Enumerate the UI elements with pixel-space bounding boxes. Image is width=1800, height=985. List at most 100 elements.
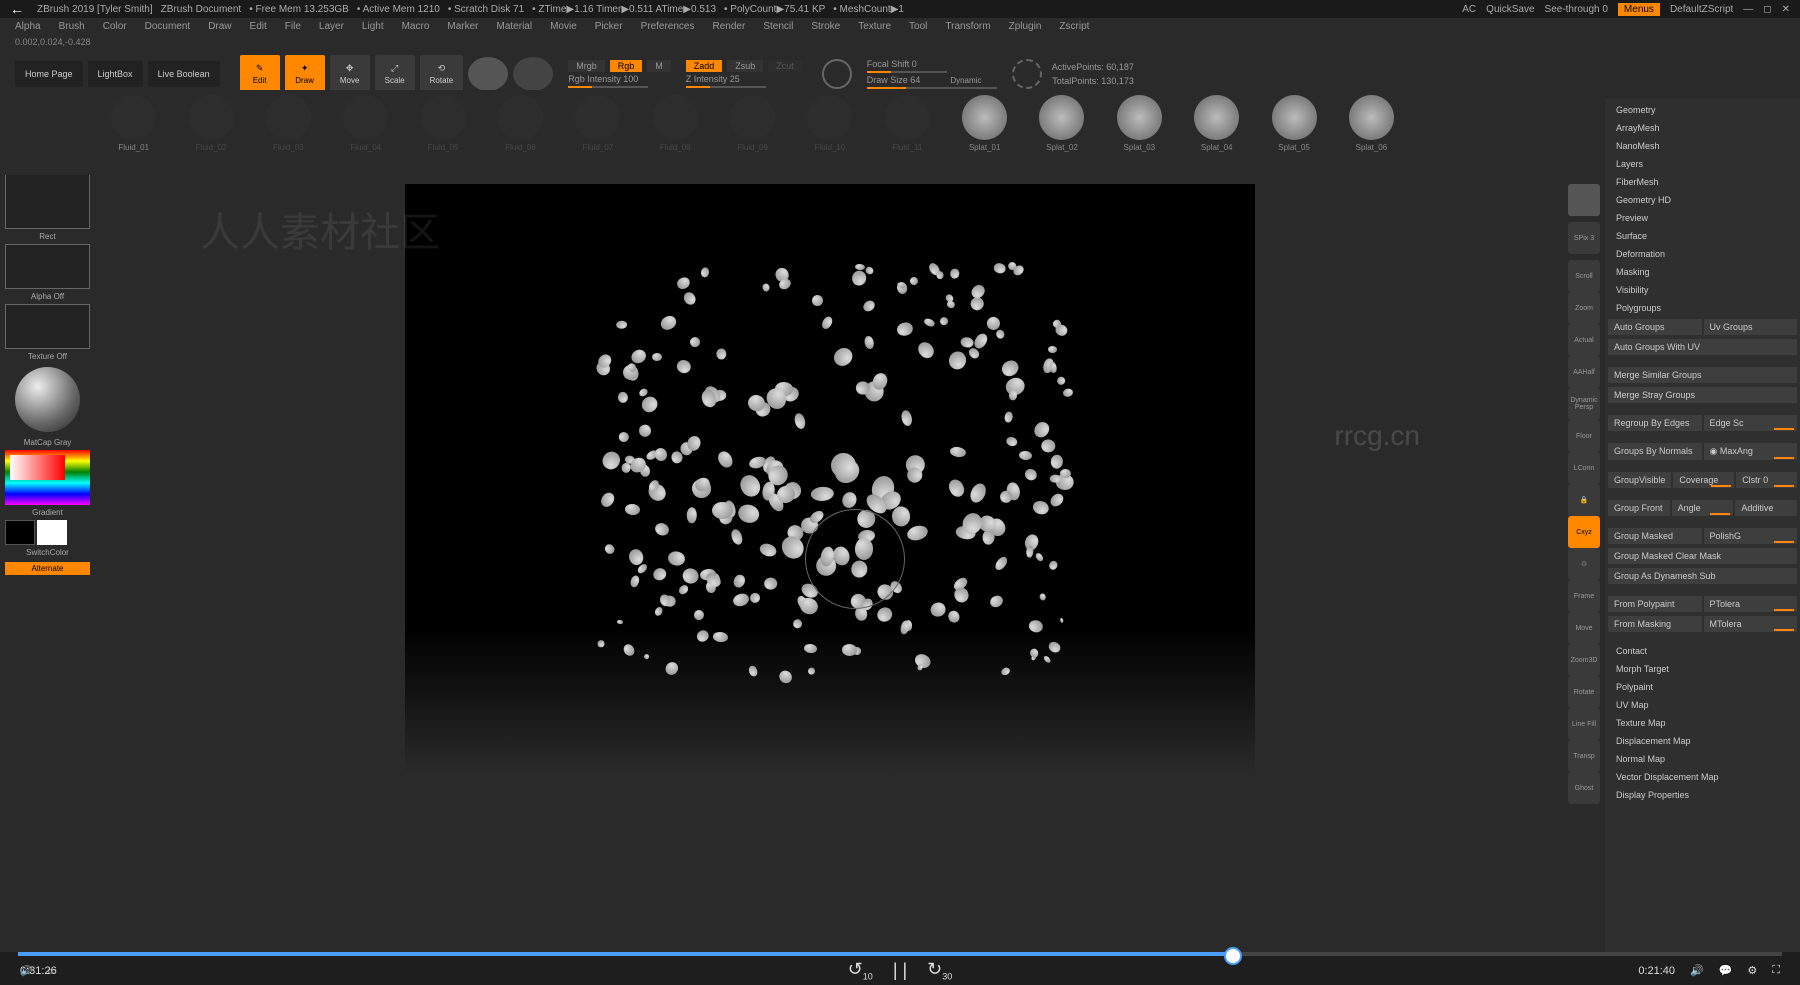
panel-vector-displacement-map[interactable]: Vector Displacement Map	[1608, 769, 1797, 785]
menu-marker[interactable]: Marker	[447, 21, 478, 32]
menu-zplugin[interactable]: Zplugin	[1009, 21, 1042, 32]
alpha-thumb[interactable]	[5, 244, 90, 289]
btn-◉-maxang[interactable]: ◉ MaxAng	[1704, 443, 1798, 460]
strip-transp[interactable]: Transp	[1568, 740, 1600, 772]
menu-draw[interactable]: Draw	[208, 21, 231, 32]
window-close-icon[interactable]: ✕	[1782, 4, 1790, 15]
btn-angle[interactable]: Angle	[1672, 500, 1734, 516]
menu-edit[interactable]: Edit	[250, 21, 267, 32]
video-progress[interactable]	[18, 952, 1782, 956]
menu-stroke[interactable]: Stroke	[811, 21, 840, 32]
default-zscript[interactable]: DefaultZScript	[1670, 4, 1733, 15]
rect-thumb[interactable]	[5, 174, 90, 229]
volume-icon-left[interactable]: 🔊	[20, 966, 32, 977]
strip-cxyz[interactable]: Cxyz	[1568, 516, 1600, 548]
panel-polypaint[interactable]: Polypaint	[1608, 679, 1797, 695]
alternate-button[interactable]: Alternate	[5, 562, 90, 575]
panel-layers[interactable]: Layers	[1608, 156, 1797, 172]
panel-surface[interactable]: Surface	[1608, 228, 1797, 244]
menu-color[interactable]: Color	[103, 21, 127, 32]
edit-button[interactable]: ✎Edit	[240, 55, 280, 93]
strip-zoom3d[interactable]: Zoom3D	[1568, 644, 1600, 676]
panel-morph-target[interactable]: Morph Target	[1608, 661, 1797, 677]
quicksave-button[interactable]: QuickSave	[1486, 4, 1534, 15]
brush-fluid_09[interactable]: Fluid_09	[719, 95, 786, 170]
z-intensity-slider[interactable]	[686, 86, 766, 88]
btn-coverage[interactable]: Coverage	[1673, 472, 1734, 488]
zcut-button[interactable]: Zcut	[768, 60, 802, 72]
menu-macro[interactable]: Macro	[402, 21, 430, 32]
panel-nanomesh[interactable]: NanoMesh	[1608, 138, 1797, 154]
seethrough-slider[interactable]: See-through 0	[1545, 4, 1608, 15]
btn-groups-by-normals[interactable]: Groups By Normals	[1608, 443, 1702, 460]
draw-button[interactable]: ✦Draw	[285, 55, 325, 93]
panel-display-properties[interactable]: Display Properties	[1608, 787, 1797, 803]
panel-displacement-map[interactable]: Displacement Map	[1608, 733, 1797, 749]
btn-mtolera[interactable]: MTolera	[1704, 616, 1798, 632]
btn-clstr-0[interactable]: Clstr 0	[1736, 472, 1797, 488]
menu-texture[interactable]: Texture	[858, 21, 891, 32]
rotate-button[interactable]: ⟲Rotate	[420, 55, 464, 93]
brush-fluid_07[interactable]: Fluid_07	[564, 95, 631, 170]
play-pause-icon[interactable]: | |	[893, 960, 907, 981]
btn-group-masked-clear-mask[interactable]: Group Masked Clear Mask	[1608, 548, 1797, 564]
volume-icon[interactable]: 🔊	[1690, 964, 1704, 977]
panel-texture-map[interactable]: Texture Map	[1608, 715, 1797, 731]
panel-geometry[interactable]: Geometry	[1608, 102, 1797, 118]
strip-line-fill[interactable]: Line Fill	[1568, 708, 1600, 740]
btn-group-front[interactable]: Group Front	[1608, 500, 1670, 516]
mrgb-button[interactable]: Mrgb	[568, 60, 605, 72]
strip-lconn[interactable]: LConn	[1568, 452, 1600, 484]
brush-fluid_11[interactable]: Fluid_11	[874, 95, 941, 170]
btn-additive[interactable]: Additive	[1735, 500, 1797, 516]
strip-floor[interactable]: Floor	[1568, 420, 1600, 452]
live-boolean-button[interactable]: Live Boolean	[148, 61, 220, 87]
panel-deformation[interactable]: Deformation	[1608, 246, 1797, 262]
color-picker[interactable]	[5, 450, 90, 505]
panel-masking[interactable]: Masking	[1608, 264, 1797, 280]
btn-edge-sc[interactable]: Edge Sc	[1704, 415, 1798, 431]
strip-aahalf[interactable]: AAHalf	[1568, 356, 1600, 388]
brush-fluid_05[interactable]: Fluid_05	[409, 95, 476, 170]
menu-picker[interactable]: Picker	[595, 21, 623, 32]
strip-ghost[interactable]: Ghost	[1568, 772, 1600, 804]
focal-shift-slider[interactable]	[867, 71, 947, 73]
brush-splat_02[interactable]: Splat_02	[1028, 95, 1095, 170]
strip-🔒[interactable]: 🔒	[1568, 484, 1600, 516]
btn-uv-groups[interactable]: Uv Groups	[1704, 319, 1798, 335]
menu-material[interactable]: Material	[497, 21, 533, 32]
btn-from-polypaint[interactable]: From Polypaint	[1608, 596, 1702, 612]
panel-visibility[interactable]: Visibility	[1608, 282, 1797, 298]
strip-actual[interactable]: Actual	[1568, 324, 1600, 356]
btn-merge-similar-groups[interactable]: Merge Similar Groups	[1608, 367, 1797, 383]
menu-render[interactable]: Render	[713, 21, 746, 32]
skip-forward-icon[interactable]: ↻30	[927, 959, 952, 982]
brush-fluid_08[interactable]: Fluid_08	[642, 95, 709, 170]
menu-document[interactable]: Document	[145, 21, 191, 32]
move-button[interactable]: ✥Move	[330, 55, 370, 93]
btn-regroup-by-edges[interactable]: Regroup By Edges	[1608, 415, 1702, 431]
swatch-black[interactable]	[5, 520, 35, 545]
gizmo-button[interactable]	[468, 57, 508, 91]
strip-dynamic-persp[interactable]: Dynamic Persp	[1568, 388, 1600, 420]
scale-button[interactable]: ⤢Scale	[375, 55, 415, 93]
brush-fluid_03[interactable]: Fluid_03	[255, 95, 322, 170]
btn-group-masked[interactable]: Group Masked	[1608, 528, 1702, 544]
skip-back-icon[interactable]: ↺10	[848, 959, 873, 982]
menu-file[interactable]: File	[285, 21, 301, 32]
panel-uv-map[interactable]: UV Map	[1608, 697, 1797, 713]
lightbox-button[interactable]: LightBox	[88, 61, 143, 87]
brush-fluid_02[interactable]: Fluid_02	[177, 95, 244, 170]
rgb-button[interactable]: Rgb	[610, 60, 643, 72]
viewport[interactable]	[405, 184, 1255, 774]
menu-transform[interactable]: Transform	[945, 21, 990, 32]
brush-splat_04[interactable]: Splat_04	[1183, 95, 1250, 170]
panel-contact[interactable]: Contact	[1608, 643, 1797, 659]
btn-from-masking[interactable]: From Masking	[1608, 616, 1702, 632]
switchcolor-label[interactable]: SwitchColor	[5, 548, 90, 557]
zsub-button[interactable]: Zsub	[727, 60, 763, 72]
menu-alpha[interactable]: Alpha	[15, 21, 41, 32]
panel-normal-map[interactable]: Normal Map	[1608, 751, 1797, 767]
brush-fluid_06[interactable]: Fluid_06	[487, 95, 554, 170]
strip-frame[interactable]: Frame	[1568, 580, 1600, 612]
